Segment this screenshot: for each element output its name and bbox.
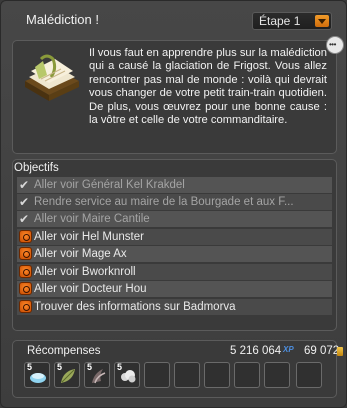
check-icon: ✔	[19, 178, 30, 192]
go-icon[interactable]	[19, 247, 32, 260]
reward-item-slot[interactable]: 5	[114, 362, 140, 388]
objective-label: Aller voir Mage Ax	[34, 248, 127, 260]
xp-icon: XP	[283, 345, 294, 354]
more-options-button[interactable]	[326, 36, 344, 54]
objective-item[interactable]: Trouver des informations sur Badmorva	[17, 299, 332, 315]
reward-empty-slot	[204, 362, 230, 388]
kamas-reward-value: 69 072	[304, 345, 340, 357]
item-quantity: 5	[87, 362, 93, 372]
quest-title: Malédiction !	[26, 12, 99, 27]
objective-label: Aller voir Docteur Hou	[34, 283, 147, 295]
objective-label: Rendre service au maire de la Bourgade e…	[34, 196, 294, 208]
objective-item[interactable]: Aller voir Docteur Hou	[17, 281, 332, 297]
reward-item-slot[interactable]: 5	[54, 362, 80, 388]
objective-label: Aller voir Hel Munster	[34, 231, 144, 243]
check-icon: ✔	[19, 195, 30, 209]
reward-empty-slot	[234, 362, 260, 388]
item-quantity: 5	[57, 362, 63, 372]
objective-label: Aller voir Maire Cantile	[34, 213, 150, 225]
item-quantity: 5	[117, 362, 123, 372]
reward-empty-slot	[264, 362, 290, 388]
reward-empty-slot	[296, 362, 322, 388]
go-icon[interactable]	[19, 300, 32, 313]
objective-label: Aller voir Bworknroll	[34, 266, 136, 278]
objective-label: Aller voir Général Kel Krakdel	[34, 179, 185, 191]
quest-description-text: Il vous faut en apprendre plus sur la ma…	[89, 47, 327, 127]
reward-empty-slot	[174, 362, 200, 388]
objective-item[interactable]: Aller voir Hel Munster	[17, 229, 332, 245]
objective-label: Trouver des informations sur Badmorva	[34, 301, 236, 313]
reward-empty-slot	[144, 362, 170, 388]
step-dropdown[interactable]: Étape 1	[252, 12, 332, 30]
xp-reward-value: 5 216 064	[230, 345, 282, 357]
objective-item[interactable]: Aller voir Mage Ax	[17, 246, 332, 262]
scroll-book-icon	[25, 54, 79, 101]
go-icon[interactable]	[19, 282, 32, 295]
objective-item[interactable]: Aller voir Bworknroll	[17, 264, 332, 280]
objective-item[interactable]: ✔ Rendre service au maire de la Bourgade…	[17, 194, 332, 210]
step-dropdown-value: Étape 1	[259, 14, 301, 28]
go-icon[interactable]	[19, 230, 32, 243]
reward-item-slot[interactable]: 5	[84, 362, 110, 388]
objectives-header: Objectifs	[14, 162, 59, 174]
chevron-down-icon	[315, 15, 329, 27]
rewards-header: Récompenses	[27, 345, 101, 357]
objective-item[interactable]: ✔ Aller voir Maire Cantile	[17, 211, 332, 227]
objective-item[interactable]: ✔ Aller voir Général Kel Krakdel	[17, 177, 332, 193]
go-icon[interactable]	[19, 265, 32, 278]
check-icon: ✔	[19, 212, 30, 226]
kamas-icon	[337, 347, 343, 356]
quest-description-panel: Il vous faut en apprendre plus sur la ma…	[12, 40, 337, 154]
reward-item-slot[interactable]: 5	[24, 362, 50, 388]
item-quantity: 5	[27, 362, 33, 372]
